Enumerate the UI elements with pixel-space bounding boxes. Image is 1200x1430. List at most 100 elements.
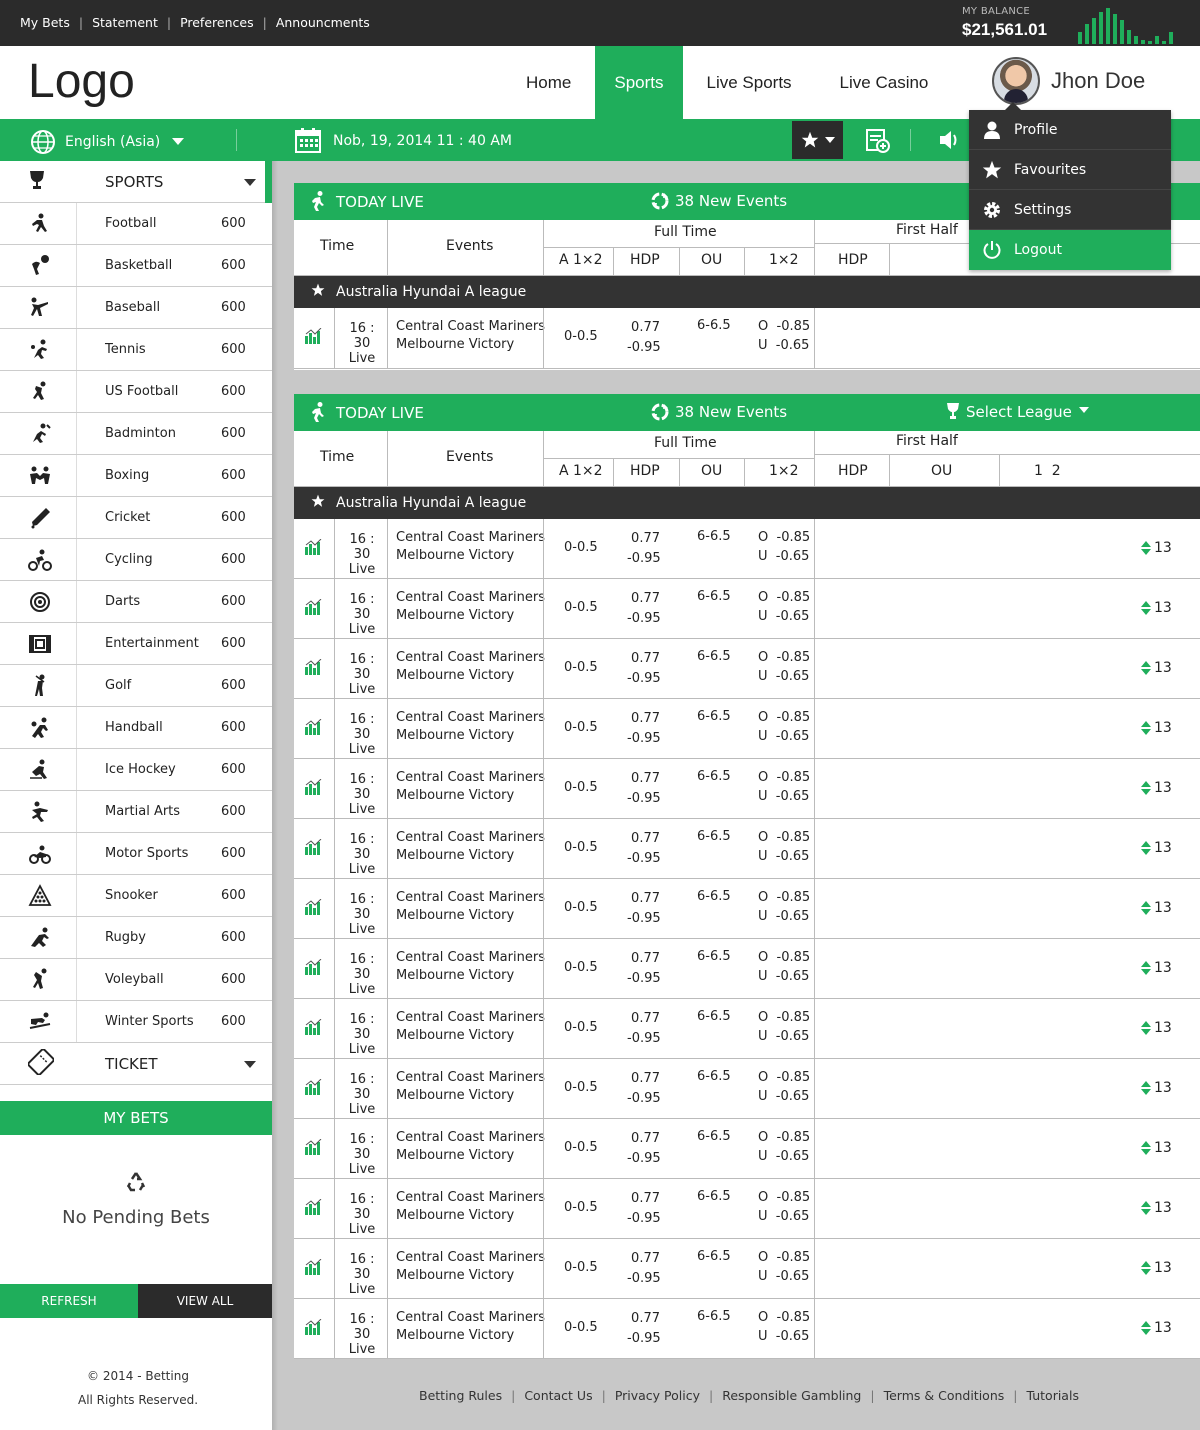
top-nav-announcements[interactable]: Announcments: [276, 15, 370, 30]
odds-hdp-away[interactable]: -0.95: [627, 338, 661, 358]
odds-hdp-away[interactable]: -0.95: [627, 609, 661, 629]
user-name[interactable]: Jhon Doe: [1051, 68, 1145, 94]
top-nav-statement[interactable]: Statement: [92, 15, 158, 30]
odds-hdp-away[interactable]: -0.95: [627, 1089, 661, 1109]
nav-live-sports[interactable]: Live Sports: [683, 46, 816, 119]
sports-heading[interactable]: SPORTS: [0, 161, 272, 203]
select-league-dropdown[interactable]: Select League: [966, 403, 1072, 421]
odds-a1x2[interactable]: 0-0.5: [564, 1260, 598, 1275]
odds-under[interactable]: U -0.65: [758, 1267, 810, 1286]
odds-hdp-away[interactable]: -0.95: [627, 1329, 661, 1349]
logo[interactable]: Logo: [28, 54, 135, 109]
nav-live-casino[interactable]: Live Casino: [816, 46, 953, 119]
live-stats-button[interactable]: [304, 778, 322, 799]
odds-a1x2[interactable]: 0-0.5: [564, 720, 598, 735]
live-stats-button[interactable]: [304, 1318, 322, 1339]
odds-hdp-home[interactable]: 0.77: [627, 1009, 660, 1029]
more-markets-button[interactable]: 13: [1141, 1200, 1172, 1216]
live-stats-button[interactable]: [304, 718, 322, 739]
live-stats-button[interactable]: [304, 1198, 322, 1219]
more-markets-button[interactable]: 13: [1141, 780, 1172, 796]
odds-hdp-away[interactable]: -0.95: [627, 969, 661, 989]
odds-hdp-home[interactable]: 0.77: [627, 318, 660, 338]
more-markets-button[interactable]: 13: [1141, 960, 1172, 976]
odds-hdp-home[interactable]: 0.77: [627, 529, 660, 549]
odds-a1x2[interactable]: 0-0.5: [564, 1200, 598, 1215]
odds-ou[interactable]: 6-6.5: [697, 649, 731, 664]
odds-under[interactable]: U -0.65: [758, 727, 810, 746]
odds-over[interactable]: O -0.85: [758, 1248, 810, 1267]
odds-a1x2[interactable]: 0-0.5: [564, 780, 598, 795]
odds-hdp-home[interactable]: 0.77: [627, 709, 660, 729]
odds-hdp-home[interactable]: 0.77: [627, 1069, 660, 1089]
live-stats-button[interactable]: [304, 838, 322, 859]
more-markets-button[interactable]: 13: [1141, 1320, 1172, 1336]
menu-item-profile[interactable]: Profile: [969, 110, 1171, 150]
odds-under[interactable]: U -0.65: [758, 607, 810, 626]
odds-hdp-away[interactable]: -0.95: [627, 789, 661, 809]
sport-item-entertainment[interactable]: Entertainment 600: [0, 623, 272, 665]
odds-a1x2[interactable]: 0-0.5: [564, 540, 598, 555]
league-row[interactable]: Australia Hyundai A league: [294, 276, 1200, 308]
odds-hdp-away[interactable]: -0.95: [627, 909, 661, 929]
league-row[interactable]: Australia Hyundai A league: [294, 487, 1200, 519]
odds-over[interactable]: O -0.85: [758, 588, 810, 607]
live-stats-button[interactable]: [304, 958, 322, 979]
live-stats-button[interactable]: [304, 898, 322, 919]
odds-hdp-home[interactable]: 0.77: [627, 589, 660, 609]
live-stats-button[interactable]: [304, 658, 322, 679]
live-stats-button[interactable]: [304, 538, 322, 559]
odds-over[interactable]: O -0.85: [758, 1008, 810, 1027]
footer-link-tutorials[interactable]: Tutorials: [1026, 1388, 1078, 1403]
odds-ou[interactable]: 6-6.5: [697, 769, 731, 784]
sport-item-football[interactable]: Football 600: [0, 203, 272, 245]
live-stats-button[interactable]: [304, 1018, 322, 1039]
odds-a1x2[interactable]: 0-0.5: [564, 960, 598, 975]
sport-item-tennis[interactable]: Tennis 600: [0, 329, 272, 371]
odds-ou[interactable]: 6-6.5: [697, 1309, 731, 1324]
more-markets-button[interactable]: 13: [1141, 1260, 1172, 1276]
add-bet-slip-button[interactable]: [866, 129, 890, 157]
odds-hdp-home[interactable]: 0.77: [627, 829, 660, 849]
odds-hdp-away[interactable]: -0.95: [627, 669, 661, 689]
odds-over[interactable]: O -0.85: [758, 948, 810, 967]
sport-item-winter-sports[interactable]: Winter Sports 600: [0, 1001, 272, 1043]
more-markets-button[interactable]: 13: [1141, 1080, 1172, 1096]
nav-sports[interactable]: Sports: [595, 46, 683, 119]
odds-hdp-home[interactable]: 0.77: [627, 949, 660, 969]
odds-under[interactable]: U -0.65: [758, 967, 810, 986]
more-markets-button[interactable]: 13: [1141, 1020, 1172, 1036]
more-markets-button[interactable]: 13: [1141, 660, 1172, 676]
odds-ou[interactable]: 6-6.5: [697, 1009, 731, 1024]
odds-under[interactable]: U -0.65: [758, 787, 810, 806]
odds-hdp-home[interactable]: 0.77: [627, 1309, 660, 1329]
odds-under[interactable]: U -0.65: [758, 1327, 810, 1346]
odds-under[interactable]: U -0.65: [758, 1207, 810, 1226]
odds-over[interactable]: O -0.85: [758, 888, 810, 907]
odds-hdp-home[interactable]: 0.77: [627, 1249, 660, 1269]
sport-item-golf[interactable]: Golf 600: [0, 665, 272, 707]
odds-over[interactable]: O -0.85: [758, 1188, 810, 1207]
sport-item-motor-sports[interactable]: Motor Sports 600: [0, 833, 272, 875]
odds-under[interactable]: U -0.65: [758, 547, 810, 566]
avatar[interactable]: [992, 57, 1040, 105]
odds-over[interactable]: O -0.85: [758, 317, 810, 336]
odds-under[interactable]: U -0.65: [758, 336, 810, 355]
sport-item-snooker[interactable]: Snooker 600: [0, 875, 272, 917]
view-all-button[interactable]: VIEW ALL: [138, 1284, 272, 1318]
odds-a1x2[interactable]: 0-0.5: [564, 329, 598, 344]
odds-over[interactable]: O -0.85: [758, 708, 810, 727]
favourites-filter-button[interactable]: [792, 121, 843, 159]
footer-link-responsible-gambling[interactable]: Responsible Gambling: [722, 1388, 861, 1403]
odds-ou[interactable]: 6-6.5: [697, 709, 731, 724]
sport-item-cycling[interactable]: Cycling 600: [0, 539, 272, 581]
footer-link-terms[interactable]: Terms & Conditions: [884, 1388, 1005, 1403]
odds-ou[interactable]: 6-6.5: [697, 1129, 731, 1144]
top-nav-preferences[interactable]: Preferences: [180, 15, 254, 30]
odds-over[interactable]: O -0.85: [758, 768, 810, 787]
odds-a1x2[interactable]: 0-0.5: [564, 1140, 598, 1155]
odds-ou[interactable]: 6-6.5: [697, 949, 731, 964]
odds-a1x2[interactable]: 0-0.5: [564, 600, 598, 615]
more-markets-button[interactable]: 13: [1141, 900, 1172, 916]
sport-item-martial-arts[interactable]: Martial Arts 600: [0, 791, 272, 833]
